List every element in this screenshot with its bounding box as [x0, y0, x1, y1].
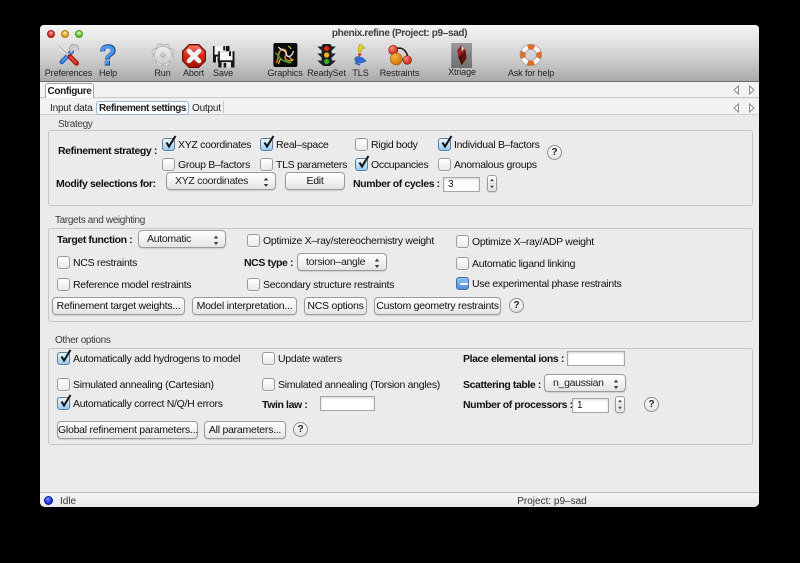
svg-text:?: ? [99, 43, 116, 69]
